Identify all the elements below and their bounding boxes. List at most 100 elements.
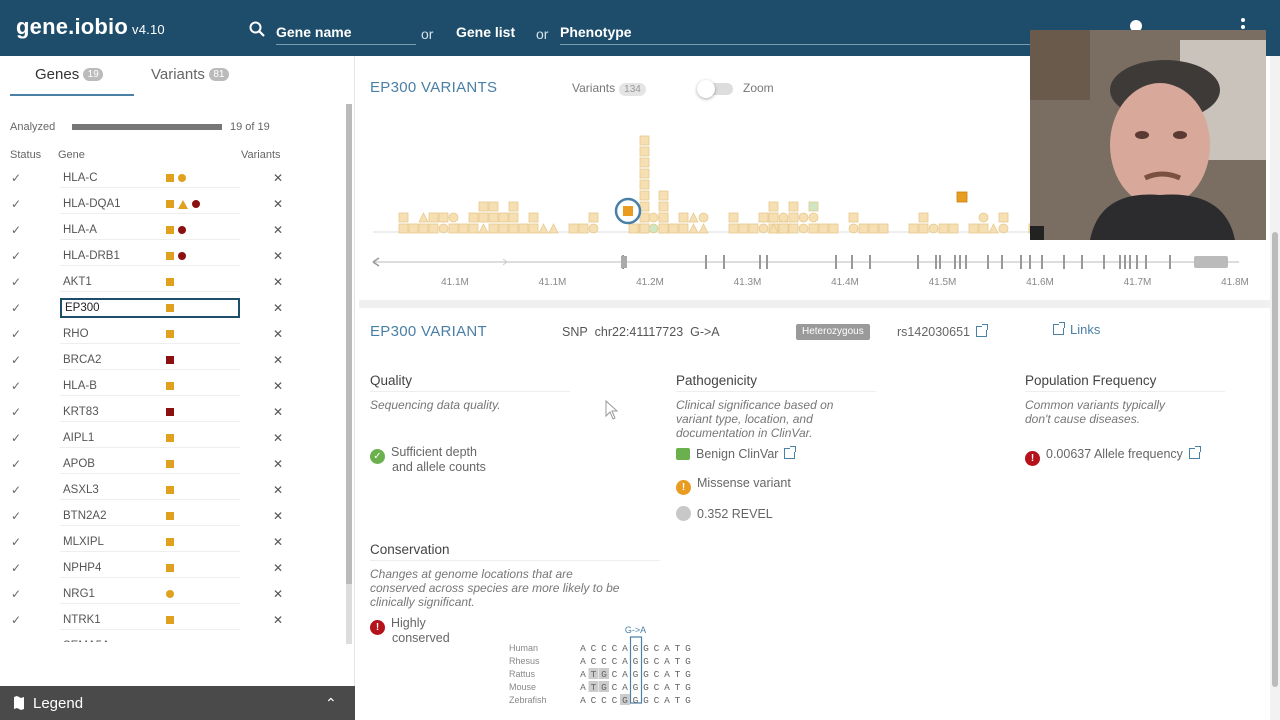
gene-row[interactable]: ✓ KRT83 ✕ [0, 400, 345, 426]
variant-square-mark[interactable] [918, 223, 929, 234]
variant-triangle-mark[interactable] [698, 223, 709, 234]
variant-circle-mark[interactable] [648, 223, 659, 234]
gene-name[interactable]: HLA-B [60, 376, 240, 396]
variant-square-mark[interactable] [568, 223, 579, 234]
variant-square-mark[interactable] [998, 212, 1009, 223]
exon-mark[interactable] [1001, 255, 1003, 269]
variant-square-mark[interactable] [788, 201, 799, 212]
variant-triangle-mark[interactable] [688, 223, 699, 234]
variant-square-mark[interactable] [968, 223, 979, 234]
exon-mark[interactable] [935, 255, 937, 269]
exon-mark[interactable] [939, 255, 941, 269]
variant-triangle-mark[interactable] [418, 212, 429, 223]
variant-circle-mark[interactable] [928, 223, 939, 234]
variant-circle-mark[interactable] [698, 212, 709, 223]
remove-gene-icon[interactable]: ✕ [273, 197, 283, 211]
exon-mark[interactable] [835, 255, 837, 269]
exon-mark[interactable] [851, 255, 853, 269]
variant-triangle-mark[interactable] [988, 223, 999, 234]
remove-gene-icon[interactable]: ✕ [273, 561, 283, 575]
gene-row[interactable]: ✓ ASXL3 ✕ [0, 478, 345, 504]
gene-row[interactable]: ✓ HLA-DRB1 ✕ [0, 244, 345, 270]
variant-triangle-mark[interactable] [548, 223, 559, 234]
variant-square-mark[interactable] [448, 223, 459, 234]
gene-row[interactable]: ✓ NPHP4 ✕ [0, 556, 345, 582]
remove-gene-icon[interactable]: ✕ [273, 587, 283, 601]
main-scrollbar[interactable] [1270, 56, 1280, 720]
variant-square-mark[interactable] [398, 223, 409, 234]
gene-row[interactable]: ✓ HLA-C ✕ [0, 166, 345, 192]
variant-square-mark[interactable] [518, 223, 529, 234]
selected-variant-mark[interactable] [623, 206, 633, 216]
remove-gene-icon[interactable]: ✕ [273, 301, 283, 315]
exon-mark[interactable] [621, 256, 627, 268]
legend-panel-toggle[interactable]: Legend ⌃ [0, 686, 355, 720]
gene-row[interactable]: ✓ EP300 ✕ [0, 296, 345, 322]
variant-square-mark[interactable] [956, 191, 968, 203]
variant-square-mark[interactable] [639, 135, 650, 146]
zoom-toggle-knob[interactable] [697, 80, 715, 98]
links-button[interactable]: Links [1053, 322, 1100, 337]
exon-mark[interactable] [1041, 255, 1043, 269]
variant-square-mark[interactable] [508, 223, 519, 234]
variant-square-mark[interactable] [468, 212, 479, 223]
exon-mark[interactable] [1081, 255, 1083, 269]
exon-mark[interactable] [869, 255, 871, 269]
variant-square-mark[interactable] [508, 212, 519, 223]
variant-triangle-mark[interactable] [538, 223, 549, 234]
remove-gene-icon[interactable]: ✕ [273, 483, 283, 497]
variant-square-mark[interactable] [918, 212, 929, 223]
gene-name-input[interactable]: Gene name [276, 24, 416, 45]
variant-square-mark[interactable] [639, 146, 650, 157]
gene-name[interactable]: AKT1 [60, 272, 240, 292]
gene-name[interactable]: KRT83 [60, 402, 240, 422]
variant-square-mark[interactable] [588, 212, 599, 223]
variant-square-mark[interactable] [848, 212, 859, 223]
exon-mark[interactable] [705, 255, 707, 269]
variant-square-mark[interactable] [458, 223, 469, 234]
remove-gene-icon[interactable]: ✕ [273, 353, 283, 367]
gene-name[interactable]: APOB [60, 454, 240, 474]
variant-circle-mark[interactable] [798, 212, 809, 223]
variant-square-mark[interactable] [758, 212, 769, 223]
tab-variants[interactable]: Variants 81 [151, 66, 229, 83]
variant-circle-mark[interactable] [648, 212, 659, 223]
variant-square-mark[interactable] [488, 223, 499, 234]
gene-row[interactable]: ✓ BRCA2 ✕ [0, 348, 345, 374]
variant-square-mark[interactable] [428, 223, 439, 234]
variant-square-mark[interactable] [639, 168, 650, 179]
remove-gene-icon[interactable]: ✕ [273, 249, 283, 263]
remove-gene-icon[interactable]: ✕ [273, 223, 283, 237]
exon-mark[interactable] [954, 255, 956, 269]
remove-gene-icon[interactable]: ✕ [273, 613, 283, 627]
variant-circle-mark[interactable] [998, 223, 1009, 234]
variant-square-mark[interactable] [788, 223, 799, 234]
variant-triangle-mark[interactable] [478, 223, 489, 234]
variant-square-mark[interactable] [639, 212, 650, 223]
remove-gene-icon[interactable]: ✕ [273, 275, 283, 289]
variant-square-mark[interactable] [658, 201, 669, 212]
variant-circle-mark[interactable] [588, 223, 599, 234]
variant-circle-mark[interactable] [448, 212, 459, 223]
variant-square-mark[interactable] [878, 223, 889, 234]
variant-square-mark[interactable] [418, 223, 429, 234]
variant-square-mark[interactable] [468, 223, 479, 234]
exon-mark[interactable] [1124, 255, 1126, 269]
exon-mark[interactable] [1129, 255, 1131, 269]
exon-mark[interactable] [759, 255, 761, 269]
gene-name[interactable]: HLA-C [60, 168, 240, 188]
variant-circle-mark[interactable] [758, 223, 769, 234]
variant-square-mark[interactable] [428, 212, 439, 223]
variant-square-mark[interactable] [748, 223, 759, 234]
gene-row[interactable]: ✓ NTRK1 ✕ [0, 608, 345, 634]
variant-square-mark[interactable] [788, 212, 799, 223]
gene-row[interactable]: ✓ SEMA5A ✕ [0, 634, 345, 642]
clinvar-item[interactable]: Benign ClinVar [676, 446, 797, 461]
variant-circle-mark[interactable] [438, 223, 449, 234]
gene-row[interactable]: ✓ APOB ✕ [0, 452, 345, 478]
gene-name[interactable]: MLXIPL [60, 532, 240, 552]
variant-square-mark[interactable] [508, 201, 519, 212]
variant-square-mark[interactable] [868, 223, 879, 234]
variant-circle-mark[interactable] [808, 212, 819, 223]
variant-square-mark[interactable] [639, 201, 650, 212]
